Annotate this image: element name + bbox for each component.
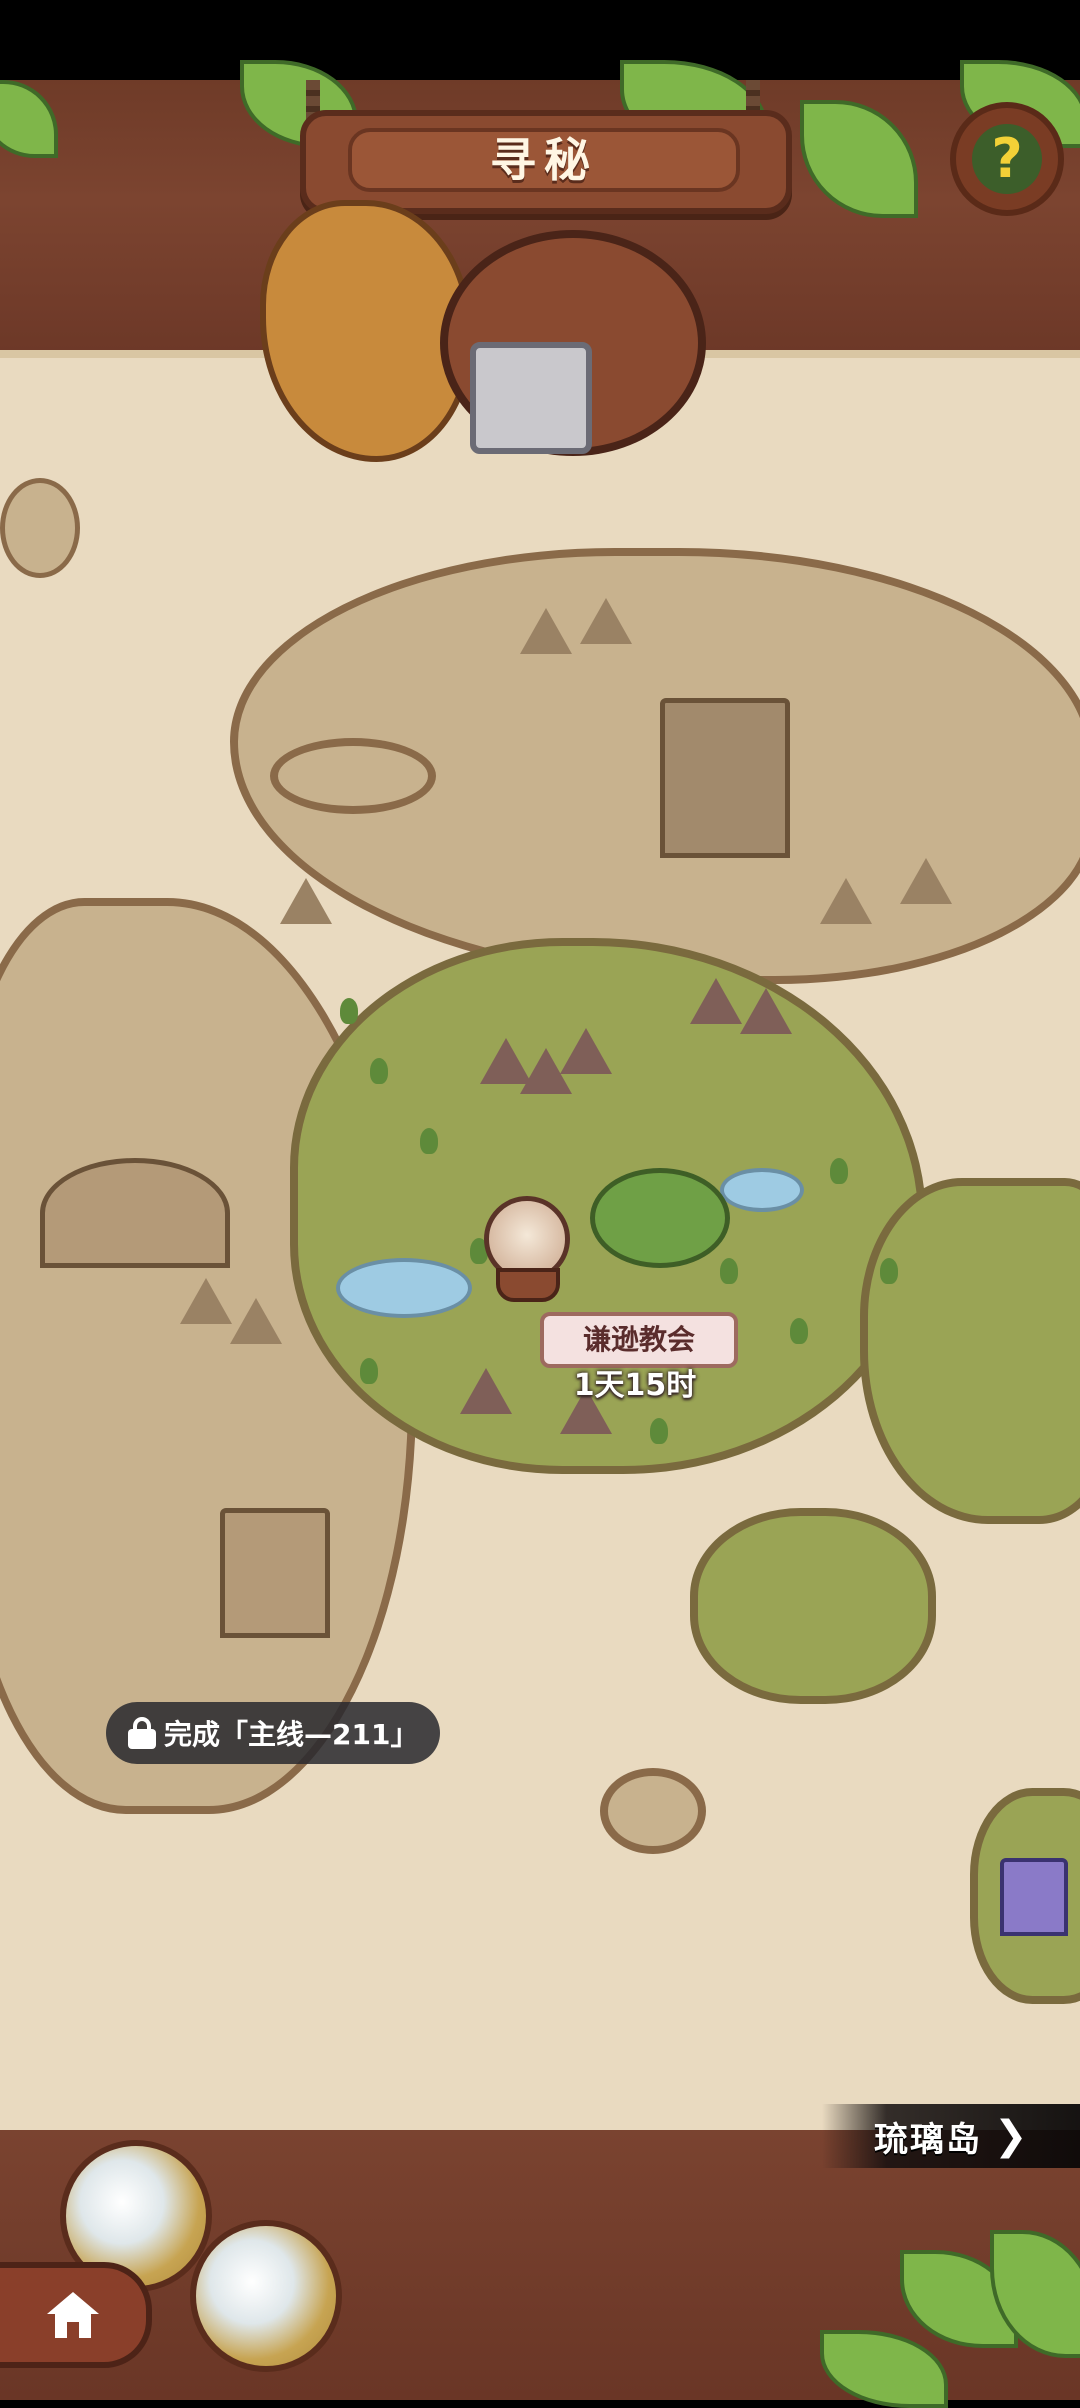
tree: [340, 998, 358, 1024]
lake: [336, 1258, 472, 1318]
purple-castle-landmark[interactable]: [1000, 1858, 1068, 1936]
great-tree-landmark[interactable]: [590, 1168, 730, 1268]
small-island: [270, 738, 436, 814]
mountain: [280, 878, 332, 924]
tree: [650, 1418, 668, 1444]
status-bar: [0, 0, 1080, 80]
tree: [720, 1258, 738, 1284]
mountain: [580, 598, 632, 644]
mountain: [230, 1298, 282, 1344]
location-countdown: 1天15时: [573, 1368, 697, 1403]
title-board: 寻秘: [300, 110, 792, 214]
tree: [370, 1058, 388, 1084]
home-button[interactable]: [0, 2262, 152, 2368]
page-title: 寻秘: [348, 128, 740, 192]
locked-region-requirement: 完成「主线—211」: [164, 1718, 419, 1751]
hourglass-decoration: [190, 2220, 342, 2372]
lake: [720, 1168, 804, 1212]
lock-icon: [128, 1717, 156, 1749]
eastern-region: [860, 1178, 1080, 1524]
mountain: [460, 1368, 512, 1414]
mountain: [900, 858, 952, 904]
southern-peninsula: [690, 1508, 936, 1704]
help-button[interactable]: ?: [950, 102, 1064, 216]
chevron-right-icon: ❯: [994, 2113, 1028, 2159]
tree: [360, 1358, 378, 1384]
next-island-button[interactable]: 琉璃岛 ❯: [822, 2104, 1080, 2168]
mountain: [180, 1278, 232, 1324]
fortress-landmark[interactable]: [220, 1508, 330, 1638]
location-name-banner[interactable]: 谦逊教会: [540, 1312, 738, 1368]
next-island-label: 琉璃岛: [874, 2119, 982, 2160]
mountain: [820, 878, 872, 924]
tree: [830, 1158, 848, 1184]
camp-landmark[interactable]: [40, 1158, 230, 1268]
tree: [790, 1318, 808, 1344]
tree: [880, 1258, 898, 1284]
mountain: [520, 608, 572, 654]
question-mark-icon: ?: [972, 124, 1042, 194]
home-icon: [47, 2292, 99, 2338]
mountain: [690, 978, 742, 1024]
balloon-landmark: [0, 478, 80, 578]
mountain: [560, 1028, 612, 1074]
locked-region-pill[interactable]: 完成「主线—211」: [106, 1702, 440, 1764]
castle-landmark[interactable]: [660, 698, 790, 858]
airship-basket: [496, 1268, 560, 1302]
tree: [420, 1128, 438, 1154]
small-island: [600, 1768, 706, 1854]
mountain: [740, 988, 792, 1034]
collar-buckle-decoration: [470, 342, 592, 454]
